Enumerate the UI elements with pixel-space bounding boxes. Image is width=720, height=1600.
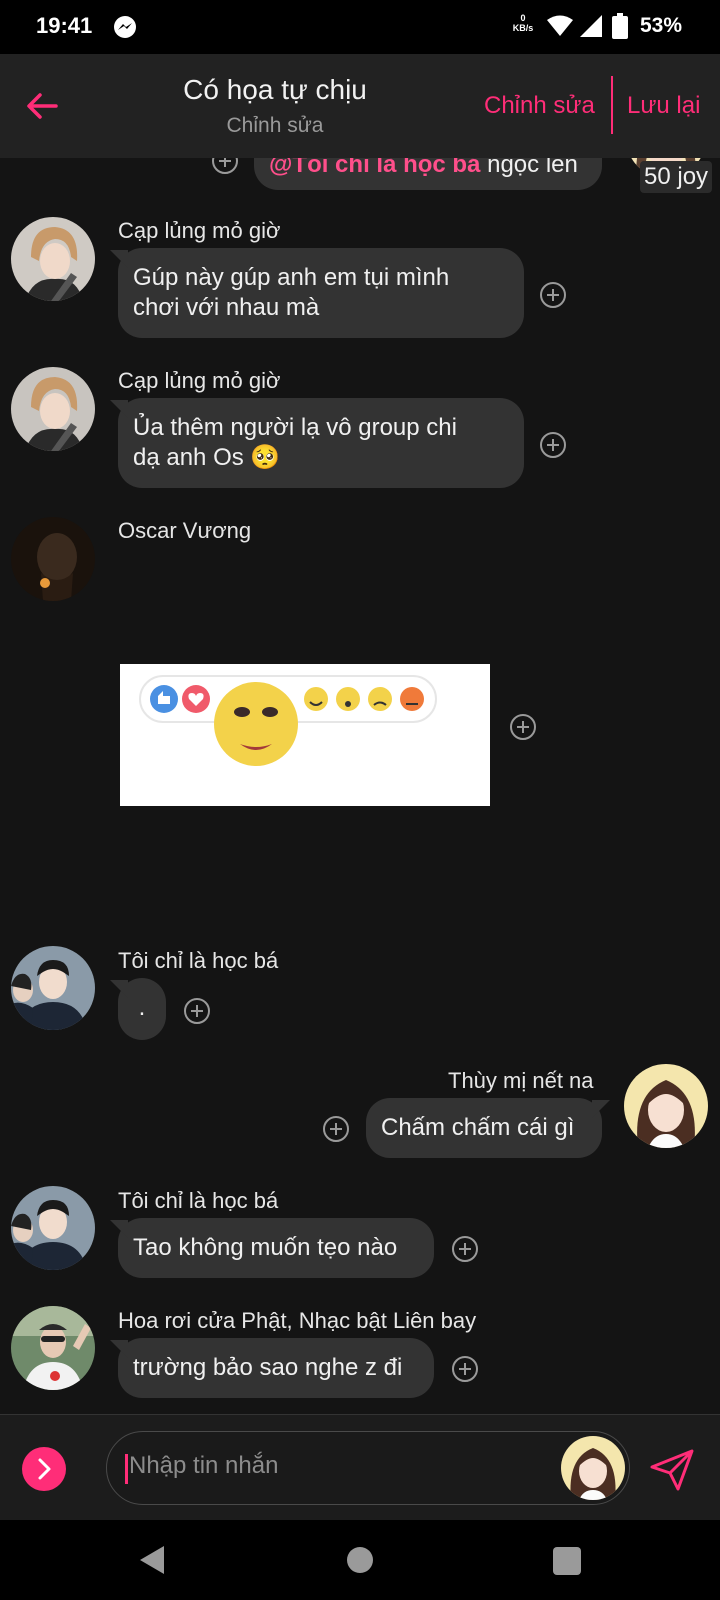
net-speed: 0 KB/s [512,13,534,33]
add-reaction-icon[interactable] [510,714,536,740]
reaction-count-tag: 50 joy [640,161,713,193]
expand-actions-button[interactable] [22,1447,66,1491]
add-reaction-icon[interactable] [184,998,210,1024]
status-bar: 19:41 0 KB/s 53% [0,0,720,54]
text-cursor [125,1454,128,1484]
battery-percent: 53% [640,14,683,37]
send-icon[interactable] [648,1445,696,1493]
message-input[interactable]: Nhập tin nhắn [106,1431,630,1505]
chat-header: Có họa tự chịu Chỉnh sửa Chỉnh sửa Lưu l… [0,54,720,158]
sender-name: Cạp lủng mỏ giờ [118,218,281,243]
messenger-icon [114,16,136,38]
battery-icon [612,13,628,39]
save-button[interactable]: Lưu lại [627,92,700,120]
message-bubble[interactable]: Ủa thêm người lạ vô group chi dạ anh Os … [118,398,524,488]
cell-signal-icon [580,15,602,37]
nav-recents-icon[interactable] [553,1547,581,1575]
sender-name: Tôi chỉ là học bá [118,948,279,973]
message-bubble[interactable]: . [118,978,166,1040]
message-input-placeholder: Nhập tin nhắn [129,1452,279,1479]
sender-avatar-button[interactable] [561,1436,625,1500]
status-time: 19:41 [36,13,93,38]
add-reaction-icon[interactable] [323,1116,349,1142]
message-bubble[interactable]: Chấm chấm cái gì [366,1098,602,1158]
avatar[interactable] [11,1306,95,1390]
avatar[interactable] [11,517,95,601]
sender-name: Cạp lủng mỏ giờ [118,368,281,393]
avatar[interactable] [11,946,95,1030]
message-bubble[interactable]: trường bảo sao nghe z đi [118,1338,434,1398]
sender-name: Oscar Vương [118,518,252,543]
message-bubble[interactable]: Gúp này gúp anh em tụi mình chơi với nha… [118,248,524,338]
header-divider [611,76,613,134]
chat-subtitle: Chỉnh sửa [226,114,324,137]
add-reaction-icon[interactable] [540,282,566,308]
message-bubble[interactable]: Tao không muốn tẹo nào [118,1218,434,1278]
add-reaction-icon[interactable] [452,1236,478,1262]
avatar-self[interactable] [624,1064,708,1148]
chevron-right-icon [38,1458,51,1480]
add-reaction-icon[interactable] [212,158,238,174]
sender-name: Tôi chỉ là học bá [118,1188,279,1213]
message-list[interactable]: @Tôi chỉ là học bá ngọc lên 50 joy Cạp l… [0,158,720,1414]
add-reaction-icon[interactable] [540,432,566,458]
reaction-emoji-sticker[interactable] [120,664,490,806]
sender-name: Thùy mị nết na [448,1068,594,1093]
composer-bar: Nhập tin nhắn [0,1414,720,1520]
back-arrow-icon[interactable] [22,86,62,126]
nav-home-icon[interactable] [347,1547,373,1573]
wifi-icon [547,15,573,36]
avatar[interactable] [11,1186,95,1270]
avatar[interactable] [11,217,95,301]
edit-button[interactable]: Chỉnh sửa [484,92,595,120]
sender-name: Hoa rơi cửa Phật, Nhạc bật Liên bay [118,1308,477,1333]
message-bubble-partial[interactable]: @Tôi chỉ là học bá ngọc lên [254,158,602,190]
system-nav-bar [0,1520,720,1600]
chat-title: Có họa tự chịu [183,74,367,105]
nav-back-icon[interactable] [136,1544,168,1576]
avatar[interactable] [11,367,95,451]
add-reaction-icon[interactable] [452,1356,478,1382]
